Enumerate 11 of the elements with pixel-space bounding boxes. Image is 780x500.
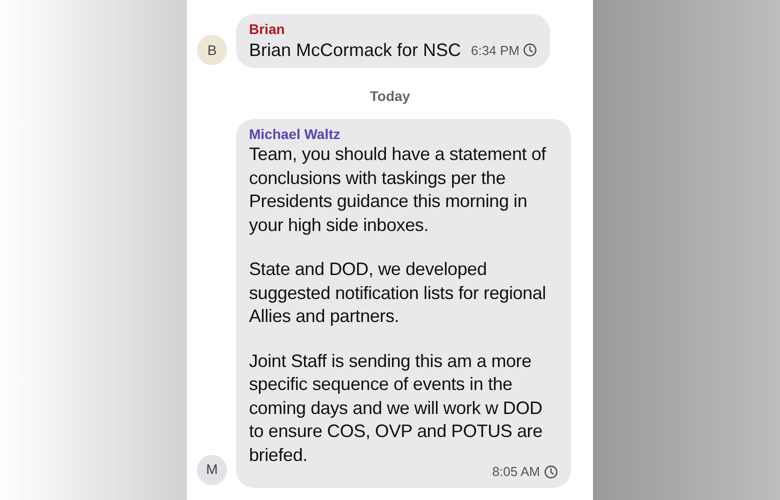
- message-text: Brian McCormack for NSC: [249, 39, 462, 62]
- message-time: 6:34 PM: [471, 42, 520, 60]
- message-text: Team, you should have a statement of conclusions with taskings per the Presidents guidance this morning in your high side inboxes.: [249, 143, 548, 237]
- avatar[interactable]: B: [197, 35, 227, 65]
- date-divider: Today: [370, 87, 410, 106]
- sender-name: Brian: [249, 20, 286, 38]
- timer-icon: [544, 464, 558, 479]
- sender-name: Michael Waltz: [249, 125, 342, 143]
- avatar[interactable]: M: [197, 454, 227, 484]
- message-text: State and DOD, we developed suggested notification lists for regional Allies and partners.: [249, 258, 547, 328]
- timer-icon: [523, 43, 538, 58]
